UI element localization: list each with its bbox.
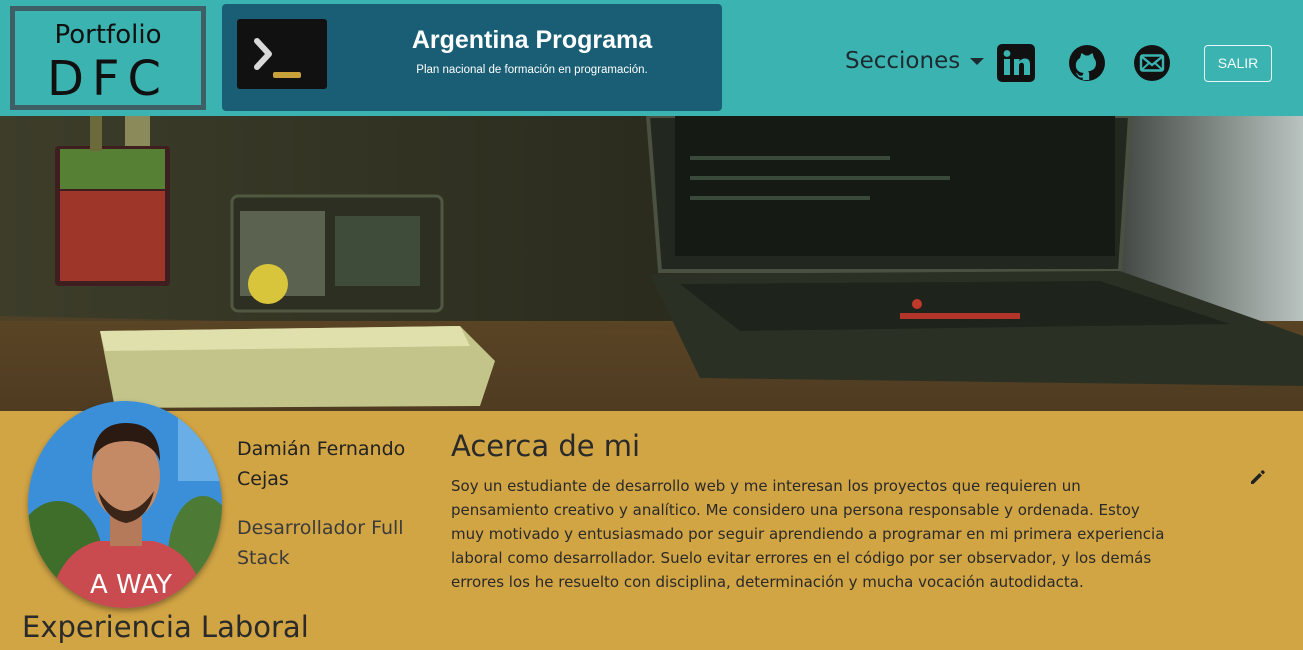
portfolio-logo[interactable]: Portfolio DFC <box>10 6 206 110</box>
argentina-programa-banner[interactable]: Argentina Programa Plan nacional de form… <box>222 4 722 111</box>
mail-icon[interactable] <box>1133 44 1171 82</box>
about-text: Soy un estudiante de desarrollo web y me… <box>451 477 1165 591</box>
logout-button[interactable]: SALIR <box>1204 45 1272 82</box>
sections-dropdown[interactable]: Secciones <box>845 48 985 74</box>
profile-role: Desarrollador Full Stack <box>237 517 404 569</box>
svg-text:A WAY: A WAY <box>90 570 172 600</box>
sections-label: Secciones <box>845 48 961 74</box>
profile-first-names: Damián Fernando <box>237 438 406 460</box>
avatar: A WAY <box>28 401 222 608</box>
experience-section-title: Experiencia Laboral <box>22 610 309 644</box>
banner-title: Argentina Programa <box>411 26 653 54</box>
banner-subtitle: Plan nacional de formación en programaci… <box>416 64 648 76</box>
logo-initials: DFC <box>46 51 170 107</box>
logo-top-text: Portfolio <box>54 20 162 50</box>
about-title: Acerca de mi <box>451 429 641 463</box>
linkedin-icon[interactable] <box>997 44 1035 82</box>
caret-down-icon <box>970 57 985 65</box>
pencil-icon[interactable] <box>1248 467 1268 487</box>
terminal-icon <box>237 19 327 89</box>
navbar: Portfolio DFC Argentina Programa Plan na… <box>0 0 1303 116</box>
hero-banner-image <box>0 116 1303 411</box>
github-icon[interactable] <box>1068 44 1106 82</box>
profile-last-name: Cejas <box>237 468 289 490</box>
